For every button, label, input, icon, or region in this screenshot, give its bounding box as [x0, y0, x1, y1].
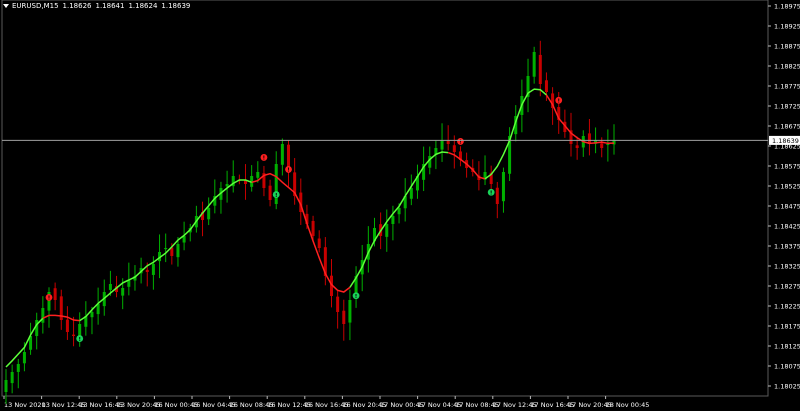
- candle-body: [385, 224, 389, 237]
- candle-body: [35, 320, 39, 337]
- candle-body: [10, 372, 14, 384]
- candle-body: [600, 143, 604, 148]
- candle-body: [606, 144, 610, 145]
- candle-body: [4, 380, 8, 392]
- price-axis-label: 1.18575: [774, 163, 800, 171]
- candle-body: [72, 334, 76, 336]
- plot-frame: [1, 0, 769, 397]
- candle-body: [53, 288, 57, 300]
- signal-glyph: !: [78, 337, 81, 343]
- time-axis-label: 18 Nov 00:45: [606, 401, 650, 409]
- price-axis-label: 1.18475: [774, 203, 800, 211]
- price-axis-label: 1.18225: [774, 303, 800, 311]
- price-axis-label: 1.18975: [774, 3, 800, 11]
- price-axis-label: 1.18925: [774, 23, 800, 31]
- signal-glyph: !: [263, 156, 266, 162]
- candle-body: [532, 52, 536, 77]
- time-axis-label: 13 Nov 2020: [4, 401, 46, 409]
- candle-body: [207, 208, 211, 220]
- candle-body: [16, 364, 20, 372]
- candle-body: [280, 144, 284, 165]
- ohlc-low: 1.18624: [128, 2, 158, 10]
- signal-glyph: !: [490, 190, 493, 196]
- candle-body: [108, 284, 112, 290]
- candle-body: [256, 172, 260, 178]
- price-axis-label: 1.18425: [774, 223, 800, 231]
- candle-body: [121, 288, 125, 296]
- candle-body: [501, 172, 505, 202]
- price-axis-label: 1.18175: [774, 323, 800, 331]
- price-axis-label: 1.18025: [774, 383, 800, 391]
- candle-body: [440, 140, 444, 150]
- candle-body: [164, 248, 168, 250]
- candle-body: [397, 208, 401, 215]
- candle-body: [575, 145, 579, 148]
- candle-body: [446, 140, 450, 144]
- price-axis-label: 1.18075: [774, 363, 800, 371]
- dropdown-triangle-icon[interactable]: [3, 4, 9, 8]
- candle-body: [145, 269, 149, 272]
- price-axis-label: 1.18875: [774, 43, 800, 51]
- signal-glyph: !: [557, 98, 560, 104]
- signal-glyph: !: [355, 294, 358, 300]
- candle-body: [311, 220, 315, 236]
- candle-body: [348, 300, 352, 323]
- ohlc-high: 1.18641: [95, 2, 125, 10]
- price-chart[interactable]: 1.18975 1.18925 1.18875 1.18825 1.18775 1.187…: [0, 0, 800, 411]
- price-axis-label: 1.18725: [774, 103, 800, 111]
- symbol-timeframe: EURUSD,M15: [12, 2, 59, 10]
- candle-body: [452, 145, 456, 152]
- candle-body: [538, 54, 542, 84]
- candle-body: [225, 184, 229, 187]
- ohlc-close: 1.18639: [161, 2, 191, 10]
- candle-body: [151, 264, 155, 275]
- candle-body: [22, 352, 26, 364]
- candle-body: [268, 185, 272, 200]
- price-axis-label: 1.18325: [774, 263, 800, 271]
- price-axis-label: 1.18775: [774, 83, 800, 91]
- trading-chart-window[interactable]: 1.18975 1.18925 1.18875 1.18825 1.18775 1.187…: [0, 0, 800, 411]
- price-axis-label: 1.18825: [774, 63, 800, 71]
- price-axis-label: 1.18375: [774, 243, 800, 251]
- signal-glyph: !: [48, 296, 51, 302]
- price-axis-label: 1.18125: [774, 343, 800, 351]
- candle-body: [391, 216, 395, 224]
- candle-body: [317, 238, 321, 248]
- signal-glyph: !: [275, 193, 278, 199]
- price-axis-label: 1.18525: [774, 183, 800, 191]
- candle-body: [176, 244, 180, 258]
- candle-body: [90, 312, 94, 318]
- symbol-header: EURUSD,M15 1.18626 1.18641 1.18624 1.18639: [3, 1, 190, 11]
- candle-body: [495, 187, 499, 204]
- price-axis-label: 1.18675: [774, 123, 800, 131]
- candle-body: [336, 296, 340, 312]
- candle-body: [544, 80, 548, 92]
- candle-body: [409, 188, 413, 199]
- ohlc-open: 1.18626: [62, 2, 92, 10]
- candle-body: [342, 310, 346, 324]
- signal-glyph: !: [287, 168, 290, 174]
- current-price-label: 1.18639: [772, 137, 799, 145]
- candle-body: [65, 319, 69, 332]
- price-axis-label: 1.18275: [774, 283, 800, 291]
- candle-body: [41, 308, 45, 323]
